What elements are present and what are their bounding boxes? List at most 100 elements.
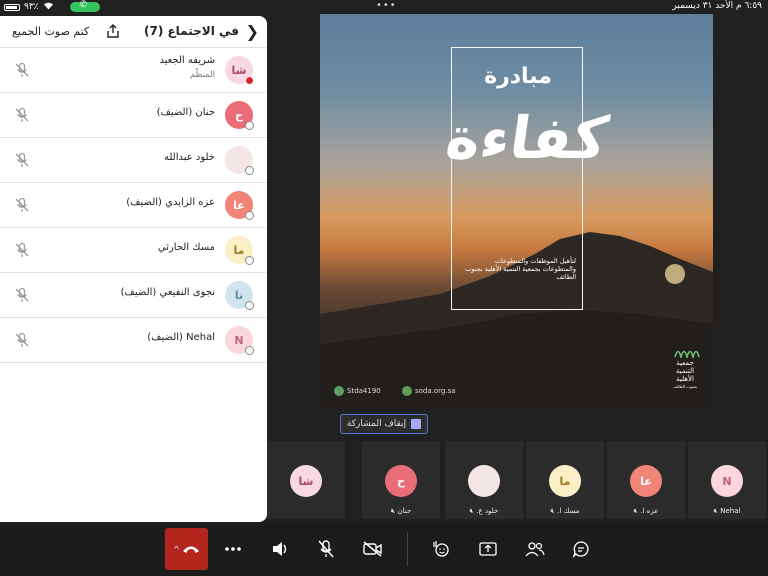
panel-title: في الاجتماع (7) [143,24,239,38]
speaker-icon [273,542,287,556]
participant-name: حنان (الضيف) [156,107,215,118]
battery-icon [4,3,20,11]
audio-button[interactable] [265,534,295,564]
avatar: ح [225,101,254,130]
participants-icon [525,542,545,557]
mic-off-icon[interactable] [14,332,30,348]
globe-icon [402,386,412,396]
org-logo-text: جمعية التنمية الأهلية بجنوب الطائف [665,359,705,391]
participant-row[interactable]: ما مسك الحارثي [0,228,267,273]
video-tile[interactable]: ما مسك ا. 🔇︎ [526,441,604,519]
avatar: ما [225,236,254,265]
participant-role: المنظّم [189,70,215,80]
participant-name: عزه الزايدي (الضيف) [126,197,215,208]
avatar: N [711,465,743,497]
tile-name: عزه ا. [640,507,659,515]
participant-name: خلود عبدالله [163,152,215,163]
stop-square-icon [411,419,422,429]
mic-off-icon[interactable] [14,242,30,258]
mute-all-button[interactable]: كتم صوت الجميع [12,25,89,38]
avatar: عا [225,191,254,220]
twitter-handle: Stda4190 [334,386,381,396]
share-icon[interactable] [105,23,121,39]
status-badge [245,256,254,265]
participant-row[interactable]: عا عزه الزايدي (الضيف) [0,183,267,228]
more-dots-icon [225,547,241,551]
tile-name-label: عزه ا. 🔇︎ [611,507,681,516]
org-name-line3: الأهلية [676,375,694,383]
status-badge [245,301,254,310]
participant-row[interactable]: N Nehal (الضيف) [0,318,267,363]
chat-icon [572,541,589,558]
org-name-line1: جمعية [676,359,694,367]
chat-button[interactable] [566,534,596,564]
status-time: ٦:٥٩ م الأحد ٣١ ديسمبر [672,1,762,11]
participant-name: مسك الحارثي [157,242,215,253]
org-sub: بجنوب الطائف [672,384,698,389]
participants-panel: ❯ في الاجتماع (7) كتم صوت الجميع شا شريفه… [0,16,267,522]
participant-list: شا شريفه الجعيد المنظّم ح حنان (الضيف) خلود ع… [0,48,267,363]
video-tile[interactable]: خلود ع. 🔇︎ [445,441,523,519]
mic-off-icon[interactable] [14,287,30,303]
avatar-initials: N [722,474,732,488]
mic-off-icon[interactable] [14,62,30,78]
initiative-description: لتأهيل الموظفات والمتطوعات والمتطوعات بج… [465,257,576,281]
stop-sharing-button[interactable]: إيقاف المشاركة [340,414,428,434]
tile-name-label: حنان 🔇︎ [366,507,436,516]
mic-off-small-icon: 🔇︎ [633,507,639,515]
status-bar: ٩٣٪ ✆ ••• ٦:٥٩ م الأحد ٣١ ديسمبر [0,0,768,14]
tile-name-label: Nehal 🔇︎ [692,507,762,516]
video-tile[interactable]: شا [267,441,345,519]
avatar-initials: N [234,333,244,347]
phone-icon: ✆ [79,0,88,10]
battery-level: ٩٣٪ [24,2,39,12]
avatar: N [225,326,254,355]
twitter-text: Stda4190 [347,387,381,395]
tile-name: Nehal [720,507,741,515]
share-content-button[interactable] [473,534,503,564]
mic-off-icon[interactable] [14,152,30,168]
mic-off-icon[interactable] [14,197,30,213]
wifi-icon [43,1,54,13]
avatar-initials: نا [234,288,244,302]
avatar: نا [225,281,254,310]
stop-sharing-label: إيقاف المشاركة [346,419,407,429]
multitask-dots[interactable]: ••• [376,0,397,11]
website-link: soda.org.sa [402,386,456,396]
initiative-title: كفاءة [441,104,613,172]
reactions-button[interactable] [426,534,456,564]
hang-up-icon [182,546,199,553]
mic-off-small-icon: 🔇︎ [550,507,555,515]
avatar: ح [385,465,417,497]
mic-off-icon [318,540,334,558]
avatar-initials: شا [298,474,314,488]
video-tile[interactable]: ح حنان 🔇︎ [362,441,440,519]
avatar: عا [630,465,662,497]
participants-button[interactable] [520,534,550,564]
camera-button[interactable] [358,534,388,564]
more-options-button[interactable] [218,534,248,564]
org-logo-icon [674,350,700,358]
participant-row[interactable]: خلود عبدالله [0,138,267,183]
collapse-panel-chevron-icon[interactable]: ❯ [246,22,259,41]
mic-off-small-icon: 🔇︎ [713,507,718,515]
status-left: ٩٣٪ ✆ [4,0,100,13]
meeting-toolbar: ^ [0,522,768,576]
video-tile[interactable]: عا عزه ا. 🔇︎ [607,441,685,519]
participant-name: نجوى النفيعي (الضيف) [120,287,215,298]
active-call-indicator[interactable]: ✆ [69,0,100,12]
org-name-line2: التنمية [675,367,695,375]
end-call-button[interactable]: ^ [165,528,208,570]
host-badge-icon [245,76,254,85]
tile-name-label: خلود ع. 🔇︎ [449,507,519,516]
avatar-initials: عا [640,474,652,488]
unmute-button[interactable] [311,534,341,564]
participant-row[interactable]: نا نجوى النفيعي (الضيف) [0,273,267,318]
participant-name: Nehal (الضيف) [147,332,215,343]
video-tile[interactable]: N Nehal 🔇︎ [688,441,766,519]
participant-row[interactable]: ح حنان (الضيف) [0,93,267,138]
initiative-heading: مبادرة [484,64,552,89]
avatar [225,146,254,175]
participant-row[interactable]: شا شريفه الجعيد المنظّم [0,48,267,93]
mic-off-icon[interactable] [14,107,30,123]
